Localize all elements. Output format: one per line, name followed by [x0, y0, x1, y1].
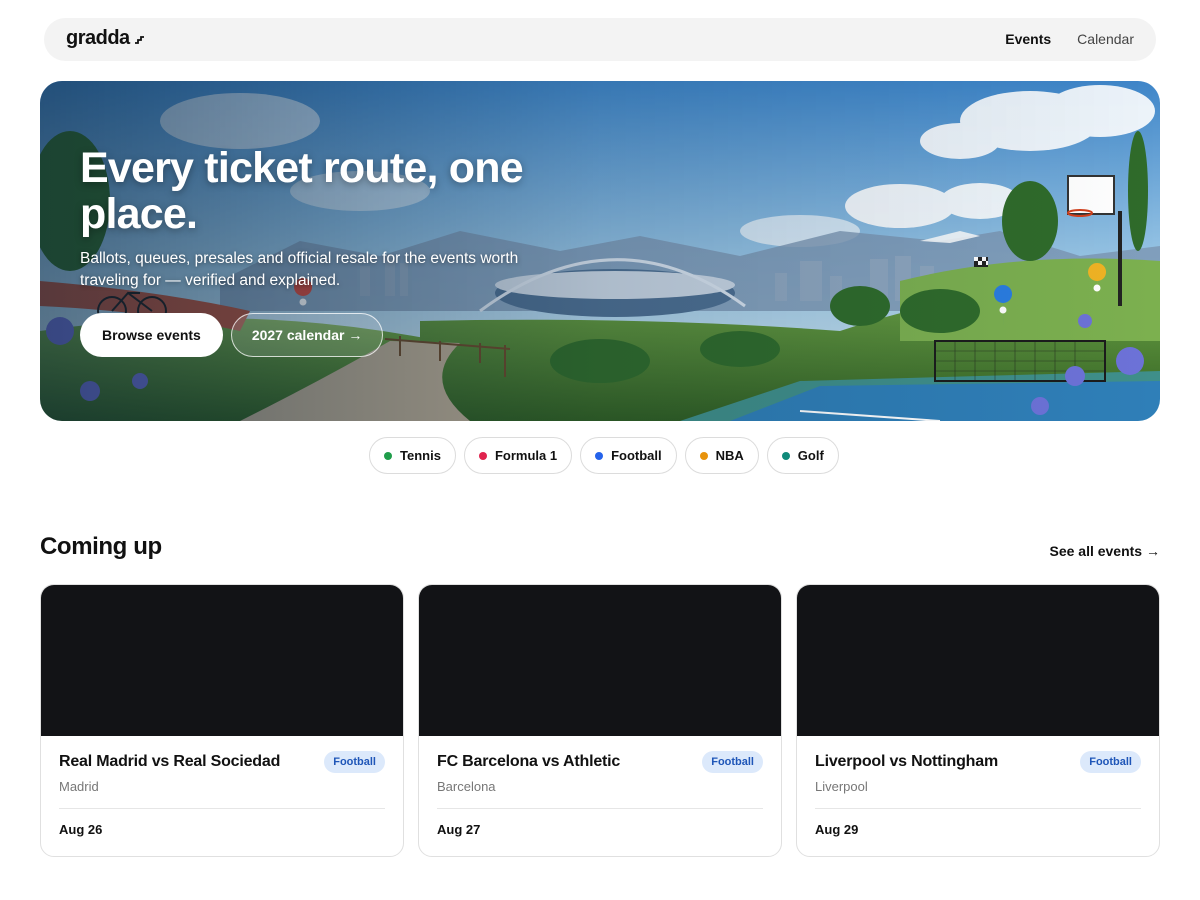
browse-events-button[interactable]: Browse events	[80, 313, 223, 357]
category-badge: Football	[702, 751, 763, 773]
category-filters: Tennis Formula 1 Football NBA Golf	[369, 437, 839, 474]
chip-formula-1[interactable]: Formula 1	[463, 437, 573, 474]
chip-golf[interactable]: Golf	[766, 437, 839, 474]
hero-title: Every ticket route, one place.	[80, 144, 524, 238]
chip-label: Tennis	[400, 448, 441, 463]
nav-link-calendar[interactable]: Calendar	[1077, 31, 1134, 47]
logo[interactable]: gradda	[66, 27, 144, 50]
event-card[interactable]: Real Madrid vs Real Sociedad Football Ma…	[40, 584, 404, 857]
event-city: Madrid	[59, 779, 99, 794]
dot-icon	[384, 451, 392, 460]
chip-label: Formula 1	[494, 448, 558, 463]
event-image	[797, 585, 1159, 736]
chip-label: Golf	[797, 448, 824, 463]
calendar-2027-button[interactable]: 2027 calendar →	[230, 313, 384, 357]
logo-text: gradda	[66, 27, 130, 49]
chip-label: NBA	[715, 448, 744, 463]
hero-subtitle: Ballots, queues, presales and official r…	[80, 250, 519, 289]
event-title: Real Madrid vs Real Sociedad	[59, 753, 281, 770]
category-badge: Football	[324, 751, 385, 773]
stairs-icon	[134, 35, 144, 44]
chip-tennis[interactable]: Tennis	[369, 437, 456, 474]
event-date: Aug 29	[815, 822, 859, 837]
event-image	[419, 585, 781, 736]
dot-icon	[781, 451, 790, 460]
top-nav: gradda Events Calendar	[44, 18, 1156, 61]
nav-links: Events Calendar	[1005, 31, 1134, 47]
category-badge: Football	[1080, 751, 1141, 773]
divider	[437, 808, 763, 809]
chip-nba[interactable]: NBA	[684, 437, 759, 474]
event-image	[41, 585, 403, 736]
hero-banner: Every ticket route, one place. Ballots, …	[40, 81, 1160, 421]
event-cards: Real Madrid vs Real Sociedad Football Ma…	[40, 584, 1160, 857]
event-card[interactable]: Liverpool vs Nottingham Football Liverpo…	[796, 584, 1160, 857]
chip-label: Football	[611, 448, 662, 463]
event-date: Aug 27	[437, 822, 481, 837]
divider	[815, 808, 1141, 809]
nav-link-events[interactable]: Events	[1005, 31, 1051, 47]
event-title: FC Barcelona vs Athletic	[437, 753, 621, 770]
hero-actions: Browse events 2027 calendar →	[80, 313, 384, 357]
dot-icon	[478, 451, 487, 460]
event-city: Barcelona	[437, 779, 496, 794]
dot-icon	[595, 451, 604, 460]
see-all-events-link[interactable]: See all events →	[1049, 543, 1160, 559]
event-card[interactable]: FC Barcelona vs Athletic Football Barcel…	[418, 584, 782, 857]
divider	[59, 808, 385, 809]
chip-football[interactable]: Football	[580, 437, 677, 474]
event-date: Aug 26	[59, 822, 103, 837]
dot-icon	[699, 451, 708, 460]
event-city: Liverpool	[815, 779, 868, 794]
event-title: Liverpool vs Nottingham	[815, 753, 998, 770]
section-title: Coming up	[40, 533, 162, 560]
